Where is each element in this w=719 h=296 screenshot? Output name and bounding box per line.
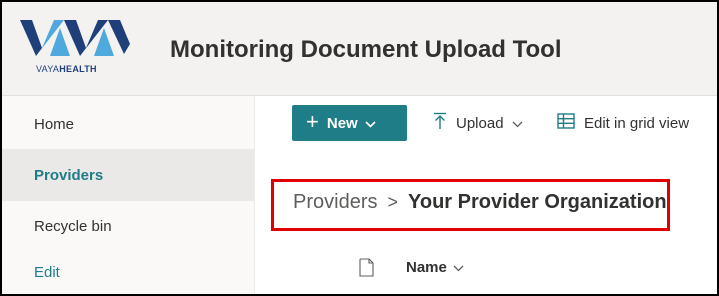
upload-button-label: Upload: [456, 114, 504, 132]
logo-mark-icon: [20, 20, 130, 56]
name-column-header[interactable]: Name: [406, 259, 464, 276]
breadcrumb: Providers > Your Provider Organization: [293, 191, 667, 214]
nav-item-label: Recycle bin: [34, 217, 112, 235]
plus-icon: +: [306, 109, 319, 134]
new-button-label: New: [326, 114, 358, 132]
nav-item-label: Edit: [34, 263, 60, 281]
name-column-label: Name: [406, 259, 447, 276]
nav-item-home[interactable]: Home: [2, 98, 254, 150]
new-button[interactable]: + New: [292, 105, 407, 141]
breadcrumb-link-providers[interactable]: Providers: [293, 191, 377, 214]
breadcrumb-separator-icon: >: [387, 192, 398, 212]
chevron-down-icon: [453, 259, 464, 276]
breadcrumb-current-folder: Your Provider Organization: [408, 191, 667, 213]
command-bar: + New Upload Edit in grid view: [255, 96, 717, 150]
edit-in-grid-view-label: Edit in grid view: [584, 114, 690, 132]
nav-item-recycle-bin[interactable]: Recycle bin: [2, 200, 254, 252]
nav-item-edit[interactable]: Edit: [2, 246, 254, 294]
nav-item-label: Home: [34, 115, 75, 133]
vaya-health-logo[interactable]: VAYAHEALTH: [20, 14, 152, 82]
logo-wordmark: VAYAHEALTH: [36, 64, 97, 74]
site-header: VAYAHEALTH Monitoring Document Upload To…: [2, 2, 717, 96]
upload-icon: [433, 112, 447, 134]
edit-in-grid-view-button[interactable]: Edit in grid view: [557, 105, 689, 141]
file-type-icon[interactable]: [359, 258, 374, 282]
nav-item-label: Providers: [34, 166, 104, 184]
left-navigation: Home Providers Recycle bin Edit: [2, 96, 255, 294]
chevron-down-icon: [365, 115, 376, 132]
site-title[interactable]: Monitoring Document Upload Tool: [170, 36, 562, 64]
list-column-header: Name: [293, 248, 717, 294]
upload-button[interactable]: Upload: [433, 105, 523, 141]
grid-view-icon: [557, 113, 575, 133]
app-frame: VAYAHEALTH Monitoring Document Upload To…: [0, 0, 719, 296]
chevron-down-icon: [512, 115, 523, 132]
nav-item-providers[interactable]: Providers: [2, 149, 254, 201]
